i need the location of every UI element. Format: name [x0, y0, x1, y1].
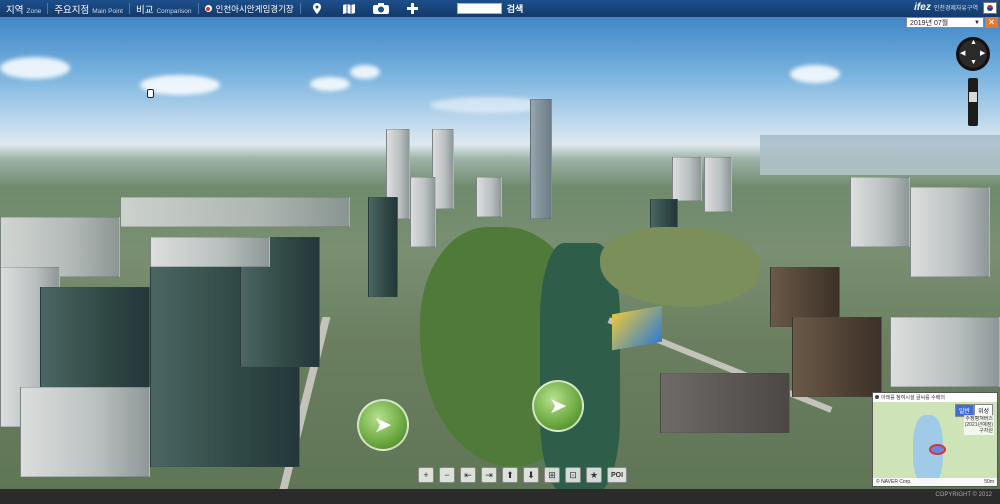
hand-cursor-icon — [147, 89, 154, 98]
map-scale: 50m — [984, 479, 994, 485]
building — [410, 177, 436, 247]
map-pin-icon[interactable] — [308, 2, 326, 15]
cloud — [790, 65, 840, 83]
capture-tool[interactable]: ⊡ — [565, 467, 581, 483]
mini-map-header: 아래를 참여시설 글씨를 수배의 — [873, 393, 997, 402]
pan-up-icon[interactable]: ▲ — [970, 39, 977, 46]
ifez-logo: ifez — [914, 2, 931, 13]
app-window: 지역 Zone 주요지점 Main Point 비교 Comparison 인천… — [0, 0, 1000, 504]
zoom-slider[interactable] — [968, 78, 978, 126]
pan-control[interactable]: ▲ ▼ ◀ ▶ — [956, 37, 990, 71]
pan-right-tool[interactable]: ⇥ — [481, 467, 497, 483]
building — [910, 187, 990, 277]
view-toolbar: + − ⇤ ⇥ ⬆ ⬇ ⊞ ⊡ ★ POI — [418, 467, 627, 483]
nav-main-point-sublabel: Main Point — [92, 7, 123, 15]
nav-comparison-sublabel: Comparison — [156, 7, 192, 15]
date-select-value: 2019년 07월 — [910, 19, 949, 27]
nav-main-point-label: 주요지점 — [54, 4, 90, 16]
nav-main-point[interactable]: 주요지점 Main Point — [48, 2, 129, 16]
nav-zone-label: 지역 — [6, 4, 24, 16]
favorite-tool[interactable]: ★ — [586, 467, 602, 483]
stage-structure — [612, 305, 662, 351]
close-button[interactable]: ✕ — [985, 17, 998, 28]
building — [476, 177, 502, 217]
building — [890, 317, 1000, 387]
sea-area — [760, 135, 1000, 175]
top-navigation-bar: 지역 Zone 주요지점 Main Point 비교 Comparison 인천… — [0, 0, 1000, 17]
building — [672, 157, 702, 201]
mini-map-label: 수정평쳐버스 (2021년예정) 구자원 — [963, 415, 994, 435]
pan-left-tool[interactable]: ⇤ — [460, 467, 476, 483]
status-bar: COPYRIGHT © 2012 — [0, 489, 1000, 504]
ifez-brand: ifez 인천경제자유구역 — [914, 2, 978, 13]
mini-map-footer: © NAVER Corp. 50m — [873, 478, 997, 486]
park-area — [600, 227, 760, 307]
search-button[interactable]: 검색 — [507, 2, 524, 15]
building — [150, 237, 270, 267]
naver-credit: © NAVER Corp. — [876, 479, 912, 485]
mini-map[interactable]: 아래를 참여시설 글씨를 수배의 일반 위성 수정평쳐버스 (2021년예정) … — [872, 392, 998, 487]
language-flag-icon[interactable] — [983, 2, 997, 14]
landmark-tower — [530, 99, 552, 219]
plus-icon[interactable] — [404, 2, 422, 15]
copyright-text: COPYRIGHT © 2012 — [935, 492, 992, 498]
chevron-down-icon: ▼ — [974, 19, 980, 26]
tilt-up-tool[interactable]: ⬆ — [502, 467, 518, 483]
asian-games-stadium-link[interactable]: 인천아시안게임경기장 — [199, 3, 300, 15]
building — [368, 197, 398, 297]
search-input[interactable] — [456, 3, 502, 14]
book-map-icon[interactable] — [340, 2, 358, 15]
current-position-marker — [929, 444, 946, 455]
tilt-down-tool[interactable]: ⬇ — [523, 467, 539, 483]
zoom-in-tool[interactable]: + — [418, 467, 434, 483]
zoom-out-tool[interactable]: − — [439, 467, 455, 483]
building-complex — [660, 373, 790, 433]
cloud — [0, 57, 70, 79]
pan-right-icon[interactable]: ▶ — [980, 49, 985, 57]
mini-map-label-line: 구자원 — [979, 428, 993, 434]
building — [792, 317, 882, 397]
nav-zone[interactable]: 지역 Zone — [0, 2, 47, 16]
nav-comparison[interactable]: 비교 Comparison — [130, 2, 198, 16]
cloud — [350, 65, 380, 79]
fullscreen-tool[interactable]: ⊞ — [544, 467, 560, 483]
camera-icon[interactable] — [372, 2, 390, 15]
ifez-subtitle: 인천경제자유구역 — [933, 6, 978, 12]
zoom-handle[interactable] — [969, 92, 977, 102]
cloud — [310, 77, 350, 91]
divider — [299, 3, 301, 14]
nav-comparison-label: 비교 — [136, 4, 154, 16]
building — [704, 157, 732, 212]
panorama-view[interactable]: ➤ ➤ — [0, 17, 1000, 489]
pan-down-icon[interactable]: ▼ — [970, 59, 977, 66]
poi-tool[interactable]: POI — [607, 467, 627, 483]
asian-games-stadium-label: 인천아시안게임경기장 — [215, 3, 294, 14]
games-logo-icon — [204, 5, 212, 12]
building-row — [120, 197, 350, 227]
building — [20, 387, 150, 477]
move-arrow-button-left[interactable]: ➤ — [357, 399, 409, 451]
move-arrow-button-right[interactable]: ➤ — [532, 380, 584, 432]
building — [850, 177, 910, 247]
date-select[interactable]: 2019년 07월 ▼ — [906, 17, 984, 28]
pan-left-icon[interactable]: ◀ — [960, 49, 965, 57]
nav-zone-sublabel: Zone — [26, 7, 42, 15]
